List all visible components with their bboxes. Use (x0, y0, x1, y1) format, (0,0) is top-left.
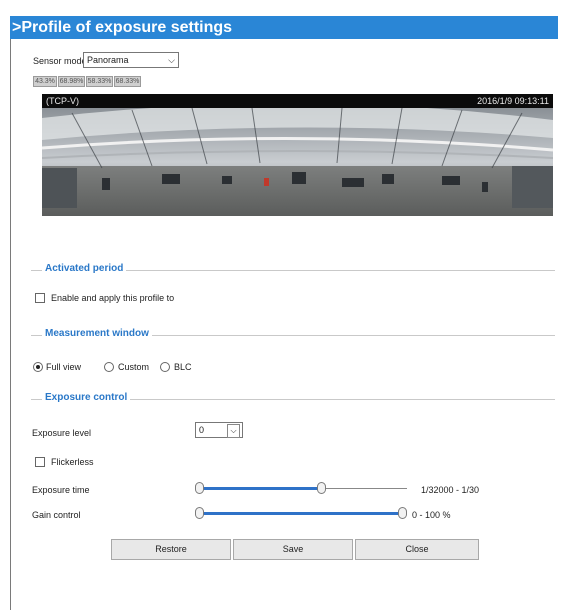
exposure-level-select[interactable]: 0 ⌵ (195, 422, 243, 438)
radio-full-view[interactable] (33, 362, 43, 372)
exposure-time-range: 1/32000 - 1/30 (421, 485, 480, 495)
sensor-mode-value: Panorama (87, 55, 129, 65)
exposure-time-min-handle[interactable] (195, 482, 204, 494)
zoom-button-4[interactable]: 68.33% (114, 76, 141, 87)
zoom-button-2[interactable]: 68.98% (58, 76, 85, 87)
flickerless-label: Flickerless (51, 457, 94, 467)
exposure-time-slider[interactable] (195, 481, 407, 495)
video-protocol: (TCP-V) (46, 96, 79, 106)
exposure-time-fill (195, 487, 321, 490)
measurement-window-legend: Measurement window (42, 328, 152, 339)
radio-custom-label: Custom (118, 362, 150, 372)
gain-control-max-handle[interactable] (398, 507, 407, 519)
close-button[interactable]: Close (355, 539, 479, 560)
exposure-control-legend: Exposure control (42, 392, 131, 403)
page-title: >Profile of exposure settings (10, 16, 558, 39)
sensor-mode-select[interactable]: Panorama ⌵ (83, 52, 179, 68)
gain-control-slider[interactable] (195, 506, 407, 520)
exposure-level-value: 0 (199, 425, 205, 435)
chevron-down-icon: ⌵ (227, 424, 240, 438)
activated-period-legend: Activated period (42, 263, 127, 274)
radio-full-view-label: Full view (46, 362, 82, 372)
radio-blc-label: BLC (174, 362, 192, 372)
left-border (10, 39, 11, 610)
gain-control-range: 0 - 100 % (412, 510, 451, 520)
save-button[interactable]: Save (233, 539, 353, 560)
video-timestamp: 2016/1/9 09:13:11 (477, 96, 549, 106)
flickerless-checkbox[interactable] (35, 457, 45, 467)
exposure-time-label: Exposure time (32, 485, 90, 495)
radio-blc[interactable] (160, 362, 170, 372)
panorama-image (42, 108, 553, 216)
enable-profile-label: Enable and apply this profile to (51, 293, 175, 303)
radio-custom[interactable] (104, 362, 114, 372)
gain-control-fill (195, 512, 402, 515)
zoom-button-1[interactable]: 43.3% (33, 76, 57, 87)
gain-control-min-handle[interactable] (195, 507, 204, 519)
restore-button[interactable]: Restore (111, 539, 231, 560)
enable-profile-checkbox[interactable] (35, 293, 45, 303)
chevron-down-icon: ⌵ (168, 55, 175, 65)
zoom-button-3[interactable]: 58.33% (86, 76, 113, 87)
video-view[interactable]: (TCP-V) 2016/1/9 09:13:11 (42, 94, 553, 216)
exposure-level-label: Exposure level (32, 428, 92, 438)
gain-control-label: Gain control (32, 510, 81, 520)
sensor-mode-label: Sensor mode (33, 56, 87, 66)
exposure-time-max-handle[interactable] (317, 482, 326, 494)
